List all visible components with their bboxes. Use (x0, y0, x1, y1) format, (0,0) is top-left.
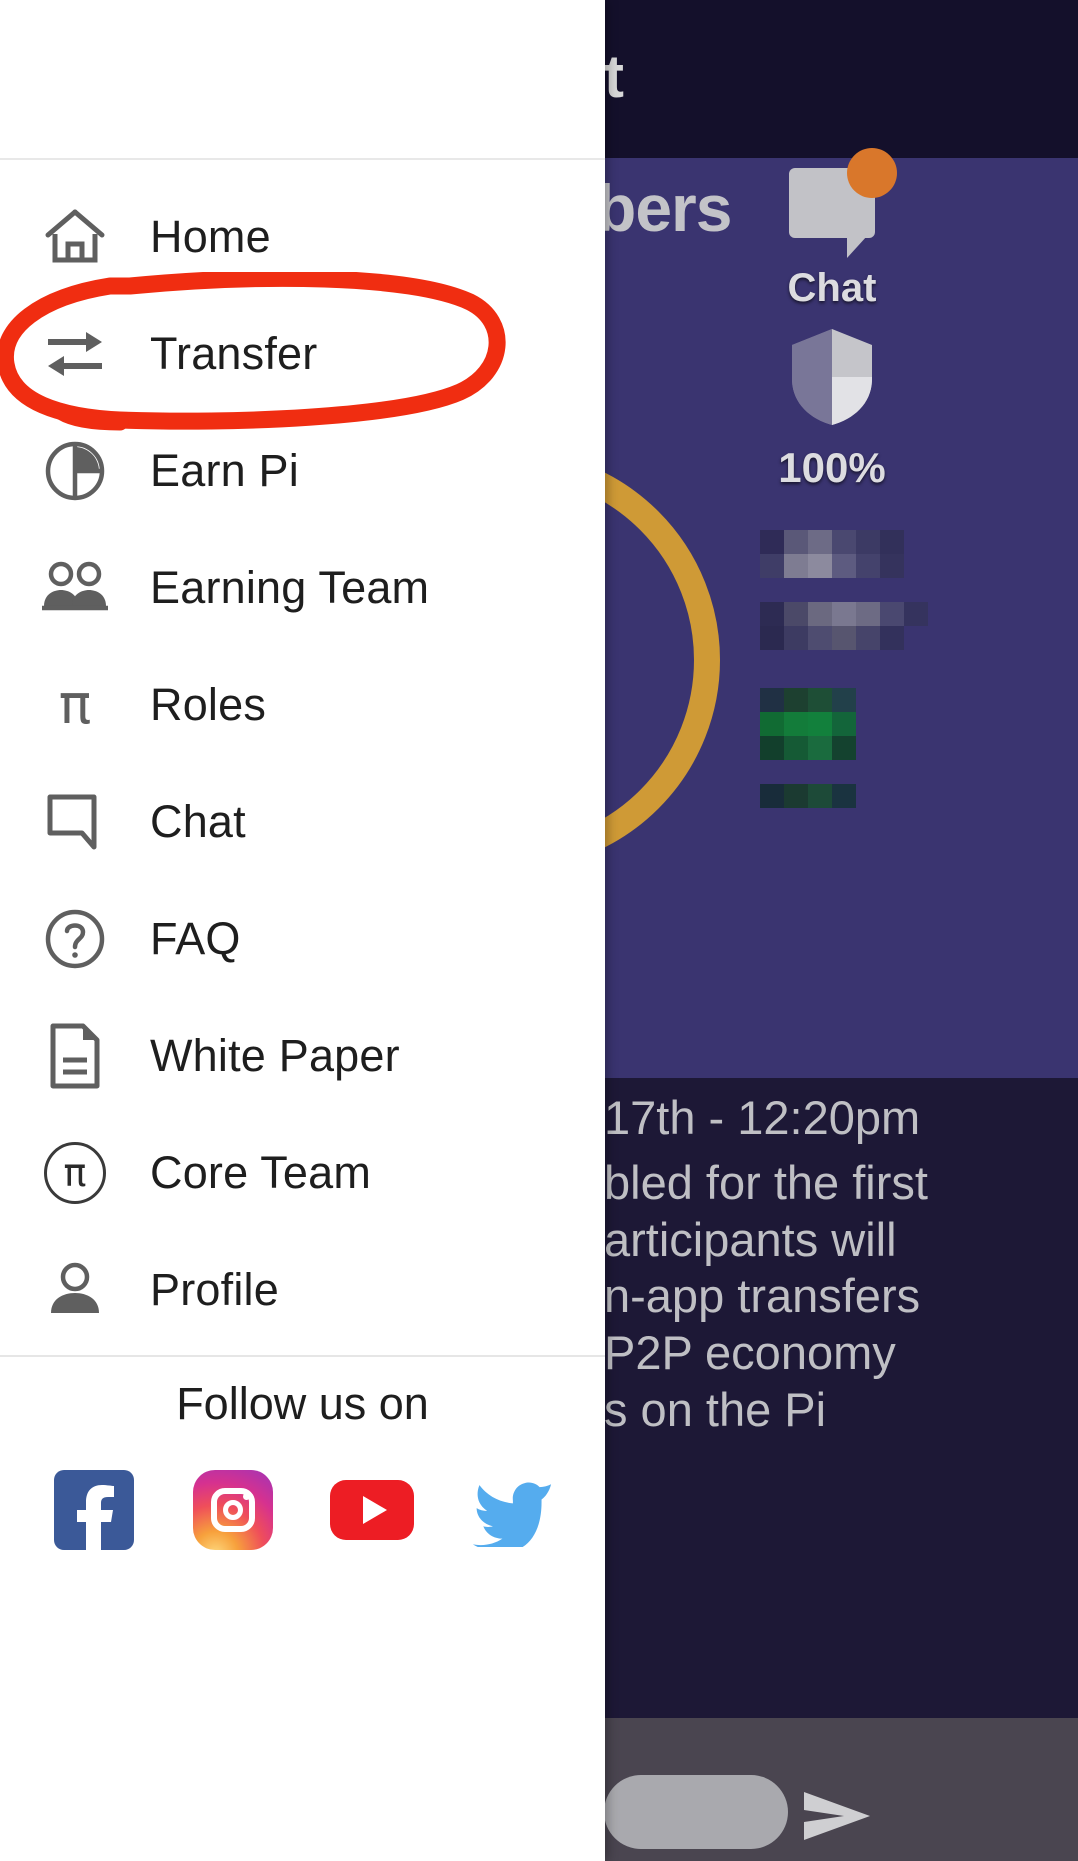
document-icon (0, 1022, 150, 1090)
menu-item-transfer[interactable]: Transfer (0, 295, 605, 412)
menu-item-label: White Paper (150, 1029, 400, 1081)
question-circle-icon (0, 907, 150, 971)
background-body-line: n-app transfers (604, 1269, 921, 1322)
menu-item-white-paper[interactable]: White Paper (0, 997, 605, 1114)
background-header-title: bers (596, 171, 732, 245)
menu-item-roles[interactable]: π Roles (0, 646, 605, 763)
pie-chart-icon (0, 439, 150, 503)
menu-item-label: Earning Team (150, 561, 430, 613)
background-status-text: t (604, 43, 624, 110)
drawer-bottom-divider (0, 1355, 605, 1357)
menu-item-label: FAQ (150, 912, 241, 964)
menu-item-label: Roles (150, 678, 267, 730)
menu-item-label: Core Team (150, 1146, 372, 1198)
navigation-drawer: Home Transfer Earn Pi Earning Team π Rol… (0, 0, 605, 1861)
menu-item-label: Home (150, 210, 271, 262)
home-icon (0, 208, 150, 266)
menu-item-label: Chat (150, 795, 246, 847)
menu-item-core-team[interactable]: π Core Team (0, 1114, 605, 1231)
app-screen: t bers Chat 100% 17th - 12:20pm bled for… (0, 0, 1078, 1861)
background-body-line: bled for the first (604, 1156, 928, 1209)
pi-circle-icon: π (0, 1141, 150, 1204)
transfer-arrows-icon (0, 328, 150, 380)
background-body-line: articipants will (604, 1213, 897, 1266)
drawer-header-area (0, 0, 605, 158)
twitter-icon[interactable] (469, 1468, 553, 1552)
shield-icon (792, 329, 872, 425)
drawer-menu-list: Home Transfer Earn Pi Earning Team π Rol… (0, 160, 605, 1348)
menu-item-label: Transfer (150, 327, 318, 379)
redacted-content-blocks (760, 530, 960, 808)
youtube-icon[interactable] (330, 1468, 415, 1552)
send-icon[interactable] (800, 1788, 874, 1849)
menu-item-earning-team[interactable]: Earning Team (0, 529, 605, 646)
social-links-row (0, 1468, 605, 1552)
speech-bubble-icon (0, 791, 150, 853)
background-chat-shortcut[interactable]: Chat (762, 148, 902, 311)
menu-item-home[interactable]: Home (0, 178, 605, 295)
menu-item-profile[interactable]: Profile (0, 1231, 605, 1348)
pi-symbol-icon: π (58, 672, 92, 736)
background-body-line: P2P economy (604, 1326, 896, 1379)
speech-bubble-icon (789, 148, 897, 258)
background-body-line: 17th - 12:20pm (604, 1091, 921, 1144)
people-group-icon (0, 560, 150, 616)
message-input[interactable] (604, 1775, 788, 1849)
menu-item-earn-pi[interactable]: Earn Pi (0, 412, 605, 529)
background-security-indicator[interactable]: 100% (762, 325, 902, 492)
background-security-label: 100% (778, 444, 886, 491)
menu-item-faq[interactable]: FAQ (0, 880, 605, 997)
follow-us-label: Follow us on (176, 1378, 429, 1429)
background-body-line: s on the Pi (604, 1383, 827, 1436)
menu-item-label: Profile (150, 1263, 279, 1315)
notification-dot-icon (847, 148, 897, 198)
menu-item-label: Earn Pi (150, 444, 299, 496)
instagram-icon[interactable] (191, 1468, 275, 1552)
background-chat-label: Chat (787, 266, 877, 310)
person-icon (0, 1259, 150, 1321)
menu-item-chat[interactable]: Chat (0, 763, 605, 880)
facebook-icon[interactable] (52, 1468, 136, 1552)
